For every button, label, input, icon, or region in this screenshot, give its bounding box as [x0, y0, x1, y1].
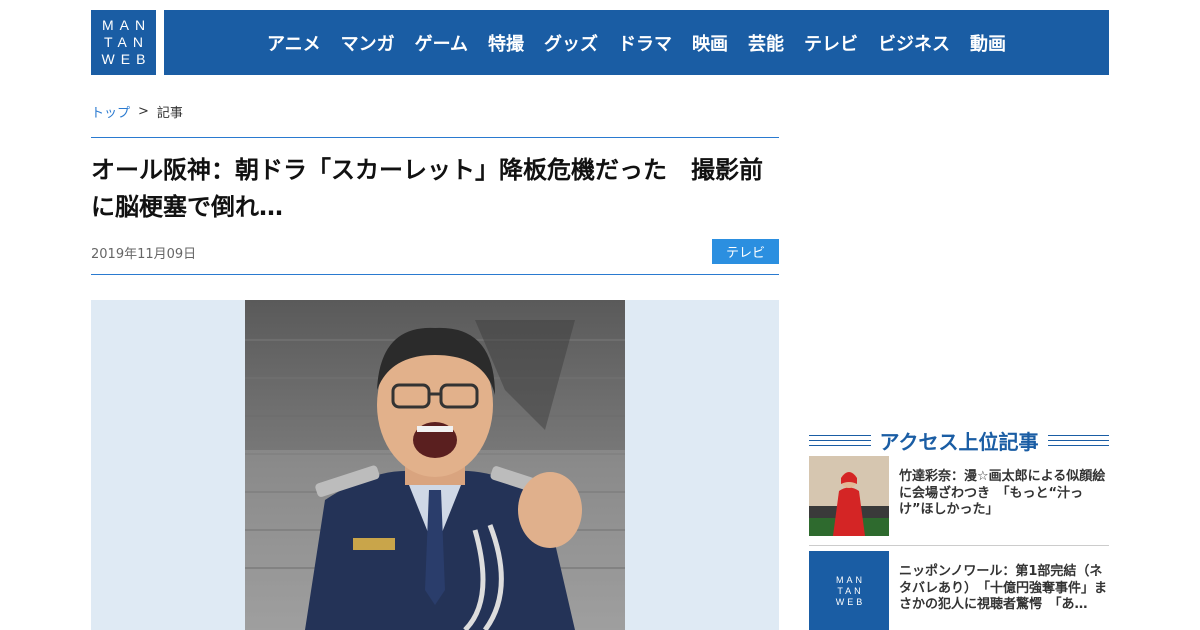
- ranking-item-2-thumbnail[interactable]: MAN TAN WEB: [809, 551, 889, 630]
- logo-line-3: WEB: [101, 51, 152, 67]
- heading-decoration-left: [809, 434, 871, 446]
- ranking-item-2[interactable]: MAN TAN WEB ニッポンノワール：第1部完結（ネタバレあり） 「十億円強…: [809, 551, 1109, 630]
- ranking-heading-text: アクセス上位記事: [879, 429, 1039, 454]
- article-photo[interactable]: [245, 300, 625, 630]
- article-title: オール阪神：朝ドラ「スカーレット」降板危機だった 撮影前に脳梗塞で倒れ…: [91, 156, 763, 221]
- nav-item-business[interactable]: ビジネス: [868, 30, 960, 56]
- divider-top: [91, 137, 779, 138]
- ranking-item-2-title[interactable]: ニッポンノワール：第1部完結（ネタバレあり） 「十億円強奪事件」まさかの犯人に視…: [899, 551, 1109, 630]
- nav-item-video[interactable]: 動画: [960, 30, 1016, 56]
- breadcrumb-current: 記事: [156, 106, 183, 121]
- nav-item-entertainment[interactable]: 芸能: [738, 30, 794, 56]
- mini-logo-line-1: MAN: [836, 574, 865, 585]
- nav-item-manga[interactable]: マンガ: [331, 30, 405, 56]
- ranking-item-1[interactable]: 竹達彩奈：漫☆画太郎による似顔絵に会場ざわつき 「もっと“汁っけ”ほしかった」: [809, 456, 1109, 536]
- breadcrumb-separator: >: [138, 104, 149, 119]
- breadcrumb-home[interactable]: トップ: [91, 102, 130, 121]
- nav-item-movie[interactable]: 映画: [682, 30, 738, 56]
- man-in-uniform-photo: [245, 300, 625, 630]
- divider-bottom: [91, 274, 779, 275]
- ranking-divider: [809, 545, 1109, 546]
- nav-item-game[interactable]: ゲーム: [405, 30, 478, 56]
- mini-logo-line-3: WEB: [835, 596, 866, 607]
- mantanweb-logo[interactable]: MAN TAN WEB: [91, 10, 156, 75]
- breadcrumb: トップ > 記事: [91, 102, 183, 121]
- main-nav: アニメ マンガ ゲーム 特撮 グッズ ドラマ 映画 芸能 テレビ ビジネス 動画: [164, 10, 1109, 75]
- ranking-item-1-thumbnail[interactable]: [809, 456, 889, 536]
- logo-line-1: MAN: [101, 17, 152, 33]
- ranking-item-1-title[interactable]: 竹達彩奈：漫☆画太郎による似顔絵に会場ざわつき 「もっと“汁っけ”ほしかった」: [899, 456, 1109, 536]
- logo-line-2: TAN: [104, 34, 149, 50]
- nav-item-drama[interactable]: ドラマ: [608, 30, 682, 56]
- mini-logo-line-2: TAN: [837, 585, 864, 596]
- nav-item-tv[interactable]: テレビ: [794, 30, 868, 56]
- heading-decoration-right: [1047, 434, 1109, 446]
- nav-item-anime[interactable]: アニメ: [257, 30, 331, 56]
- nav-item-tokusatsu[interactable]: 特撮: [478, 30, 534, 56]
- article-date: 2019年11月09日: [91, 247, 197, 262]
- ranking-heading: アクセス上位記事: [809, 425, 1109, 455]
- nav-item-goods[interactable]: グッズ: [534, 30, 608, 56]
- performer-photo: [809, 456, 889, 536]
- category-badge[interactable]: テレビ: [712, 239, 779, 264]
